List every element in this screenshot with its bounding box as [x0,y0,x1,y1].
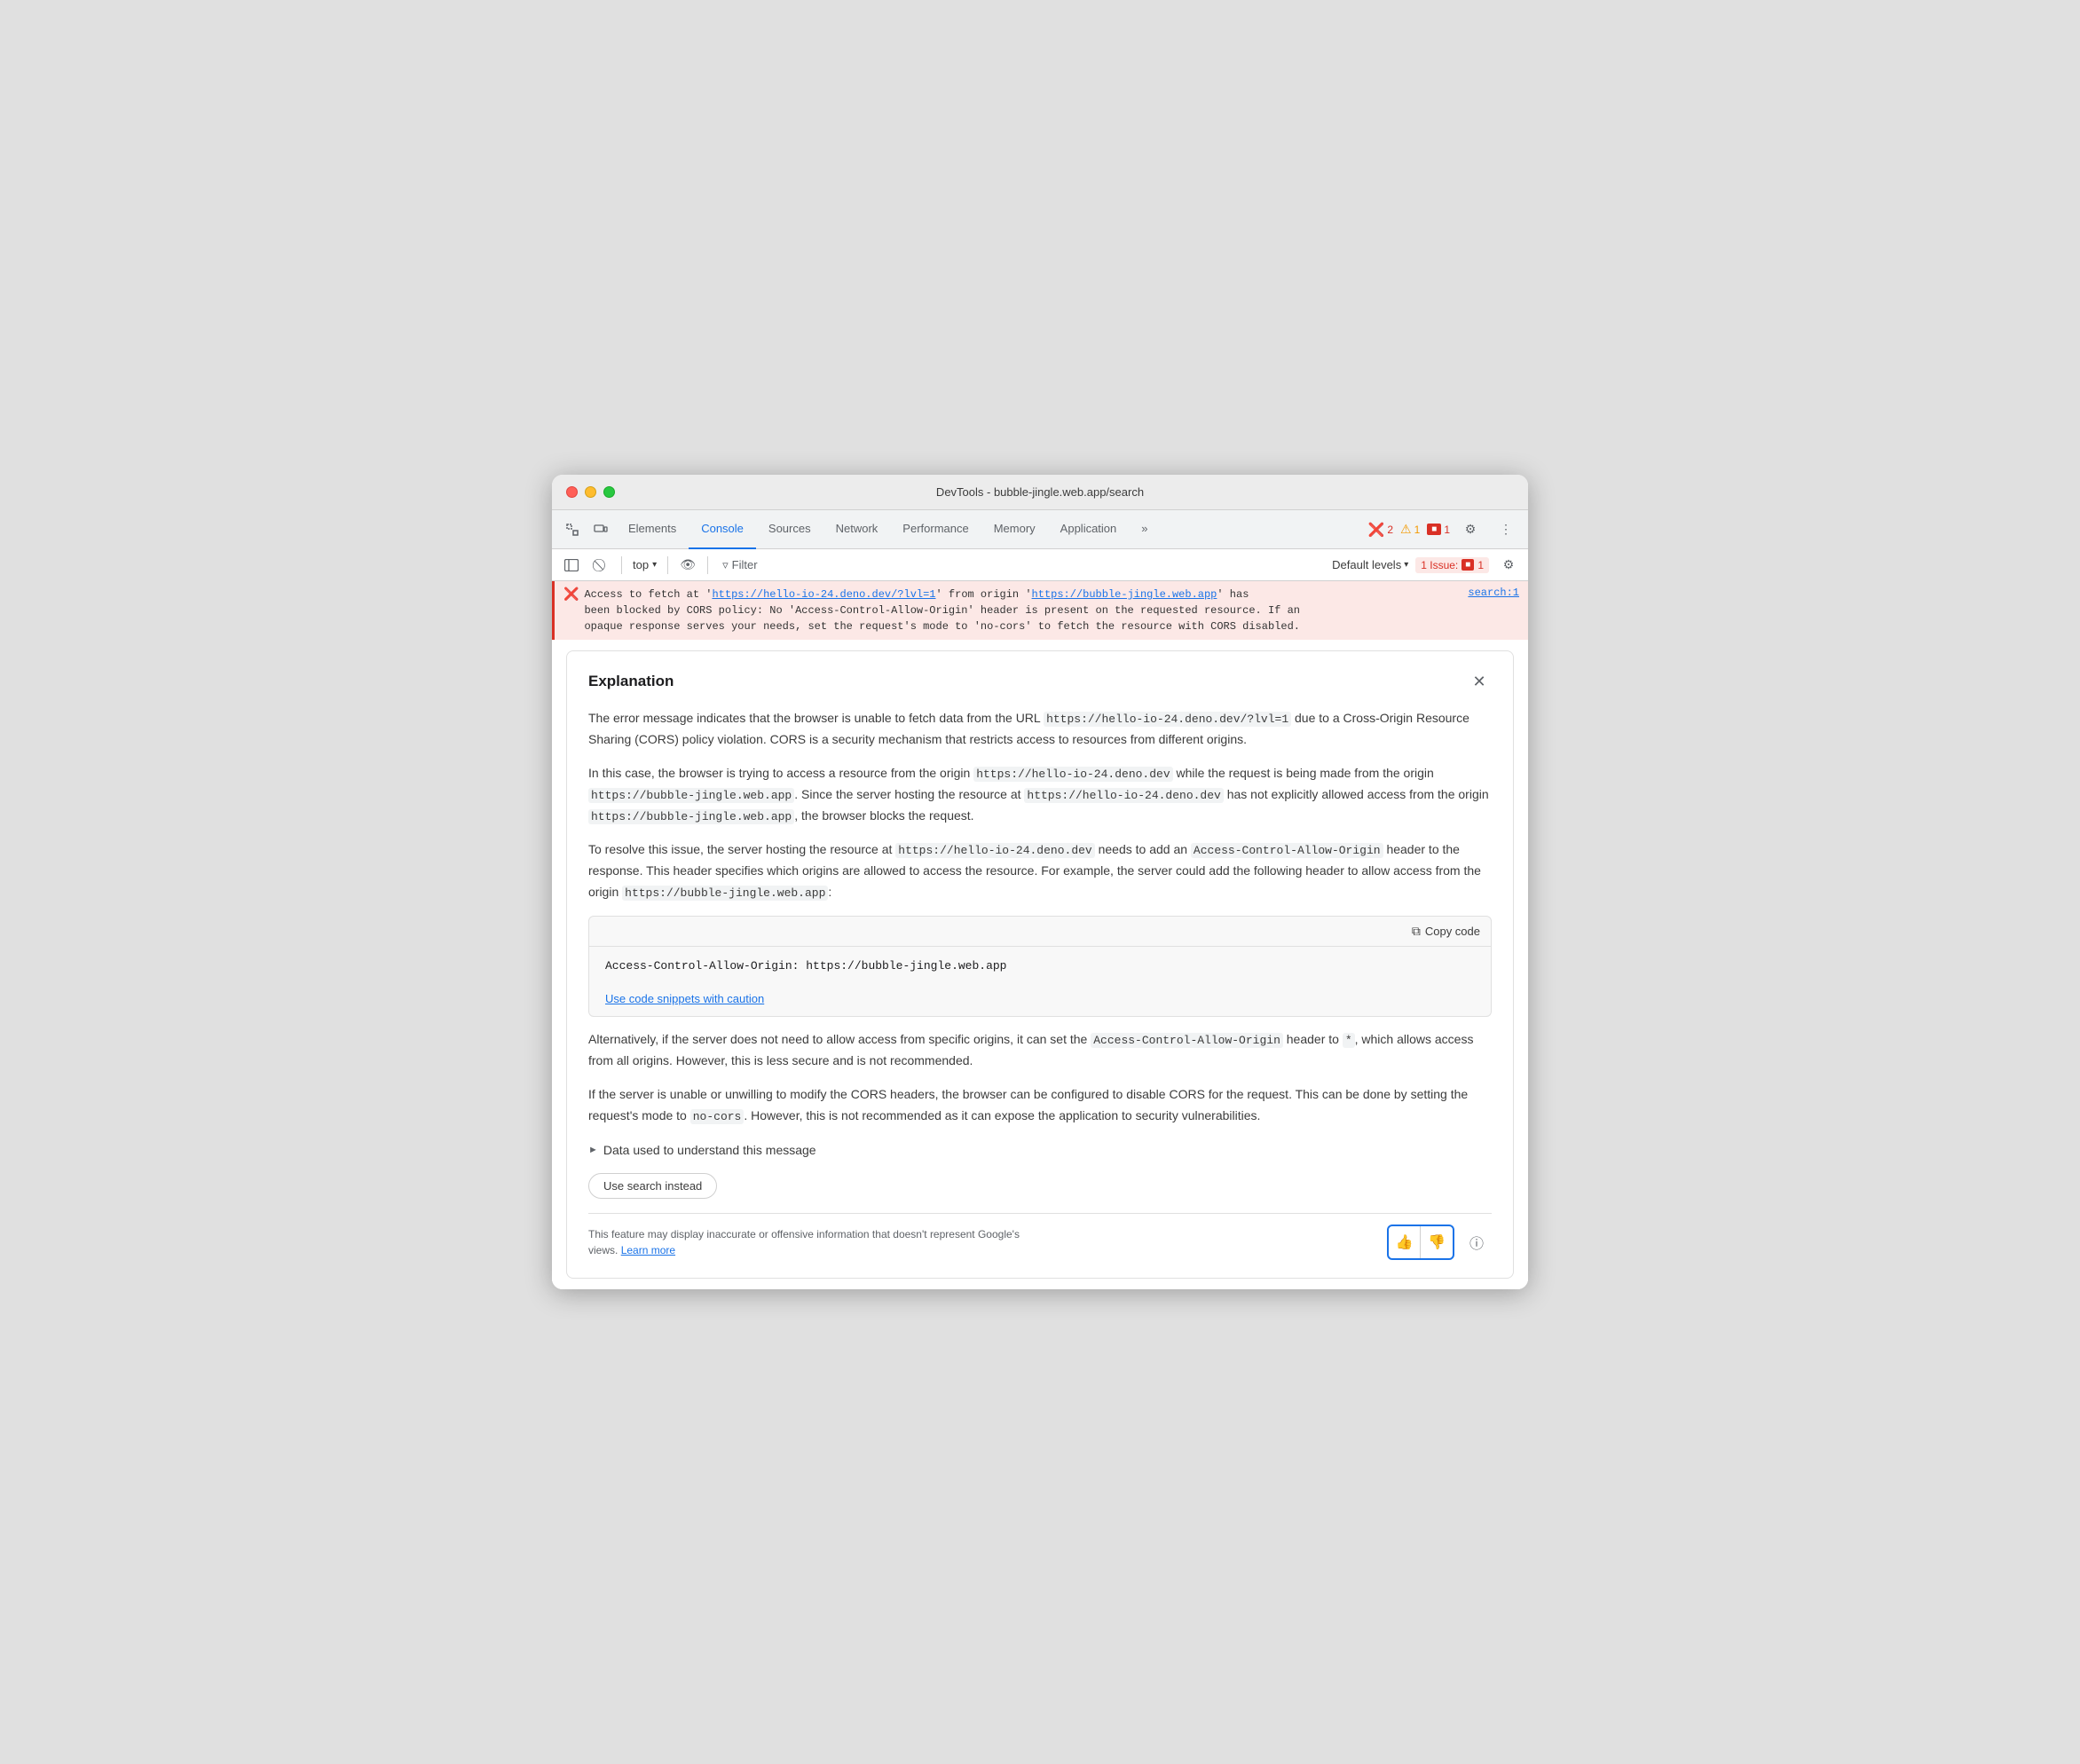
divider3 [707,556,708,574]
sidebar-toggle-icon[interactable] [559,553,584,578]
tab-more[interactable]: » [1129,510,1160,549]
close-explanation-button[interactable]: ✕ [1467,669,1492,694]
inspect-element-icon[interactable] [559,516,586,543]
more-options-icon[interactable]: ⋮ [1493,516,1519,543]
divider2 [667,556,668,574]
explanation-footer: This feature may display inaccurate or o… [588,1213,1492,1260]
devtools-body: Elements Console Sources Network Perform… [552,510,1528,1289]
issue-count-badge: 1 Issue: ■ 1 [1415,557,1489,573]
error-message-row: ❌ Access to fetch at 'https://hello-io-2… [552,581,1528,640]
use-search-button[interactable]: Use search instead [588,1173,717,1199]
tab-performance[interactable]: Performance [890,510,981,549]
clear-console-icon[interactable]: ⃠ [589,553,614,578]
console-area: ❌ Access to fetch at 'https://hello-io-2… [552,581,1528,1289]
minimize-button[interactable] [585,486,596,498]
toolbar-right: Default levels ▾ 1 Issue: ■ 1 ⚙ [1332,553,1521,578]
code-block-header: ⧉ Copy code [589,917,1491,947]
explanation-title: Explanation [588,673,674,690]
triangle-right-icon: ► [588,1145,598,1155]
context-label: top [633,558,649,571]
tabs-right: ❌ 2 ⚠ 1 ■ 1 ⚙ ⋮ [1368,516,1521,543]
feedback-buttons: 👍 👎 [1387,1225,1454,1260]
issue-count-icon: ■ [1462,559,1474,571]
warning-triangle-icon: ⚠ [1400,522,1412,537]
filter-button[interactable]: ▿ Filter [715,555,764,576]
error-source-link[interactable]: search:1 [1468,587,1519,599]
error-url2-link[interactable]: https://bubble-jingle.web.app [1032,588,1217,601]
explanation-para3: To resolve this issue, the server hostin… [588,839,1492,903]
feedback-actions: 👍 👎 ⓘ [1387,1225,1492,1260]
titlebar: DevTools - bubble-jingle.web.app/search [552,475,1528,510]
maximize-button[interactable] [603,486,615,498]
footer-disclaimer: This feature may display inaccurate or o… [588,1226,1032,1258]
eye-icon[interactable]: 👁 [675,553,700,578]
divider [621,556,622,574]
tab-elements[interactable]: Elements [616,510,689,549]
tab-console[interactable]: Console [689,510,756,549]
error-circle-icon2: ❌ [563,587,579,602]
toolbar-row: ⃠ top ▾ 👁 ▿ Filter Default levels ▾ 1 Is… [552,549,1528,581]
error-url1-link[interactable]: https://hello-io-24.deno.dev/?lvl=1 [712,588,935,601]
tabs-row: Elements Console Sources Network Perform… [552,510,1528,549]
tab-sources[interactable]: Sources [756,510,823,549]
device-toolbar-icon[interactable] [587,516,614,543]
chevron-down-icon: ▾ [652,560,657,570]
error-circle-icon: ❌ [1368,522,1385,538]
console-settings-icon[interactable]: ⚙ [1496,553,1521,578]
learn-more-link[interactable]: Learn more [621,1244,675,1256]
explanation-para1: The error message indicates that the bro… [588,708,1492,751]
explanation-para2: In this case, the browser is trying to a… [588,763,1492,827]
error-text: Access to fetch at 'https://hello-io-24.… [584,587,1462,634]
chevron-down-icon2: ▾ [1404,560,1408,570]
copy-code-button[interactable]: ⧉ Copy code [1412,924,1480,939]
context-selector[interactable]: top ▾ [629,556,660,573]
thumbs-up-button[interactable]: 👍 [1389,1226,1421,1258]
traffic-lights [566,486,615,498]
default-levels-selector[interactable]: Default levels ▾ [1332,558,1408,571]
thumbs-down-button[interactable]: 👎 [1421,1226,1453,1258]
explanation-header: Explanation ✕ [588,669,1492,694]
tab-memory[interactable]: Memory [981,510,1048,549]
error-badge: ❌ 2 [1368,522,1393,538]
explanation-panel: Explanation ✕ The error message indicate… [566,650,1514,1279]
tab-application[interactable]: Application [1048,510,1130,549]
issue-badge-tab: ■ 1 [1427,524,1450,536]
data-used-collapsible[interactable]: ► Data used to understand this message [588,1139,1492,1161]
issue-icon: ■ [1427,524,1441,535]
tab-network[interactable]: Network [823,510,891,549]
close-button[interactable] [566,486,578,498]
code-caution-link[interactable]: Use code snippets with caution [605,992,1475,1005]
info-button[interactable]: ⓘ [1462,1227,1492,1257]
devtools-window: DevTools - bubble-jingle.web.app/search … [552,475,1528,1289]
warning-badge: ⚠ 1 [1400,522,1420,537]
explanation-para5: If the server is unable or unwilling to … [588,1084,1492,1127]
filter-icon: ▿ [722,558,729,572]
explanation-para4: Alternatively, if the server does not ne… [588,1029,1492,1072]
data-used-label: Data used to understand this message [603,1143,816,1157]
window-title: DevTools - bubble-jingle.web.app/search [936,485,1144,499]
code-snippet-text: Access-Control-Allow-Origin: https://bub… [589,947,1491,985]
settings-icon[interactable]: ⚙ [1457,516,1484,543]
copy-icon: ⧉ [1412,924,1421,939]
code-block: ⧉ Copy code Access-Control-Allow-Origin:… [588,916,1492,1017]
